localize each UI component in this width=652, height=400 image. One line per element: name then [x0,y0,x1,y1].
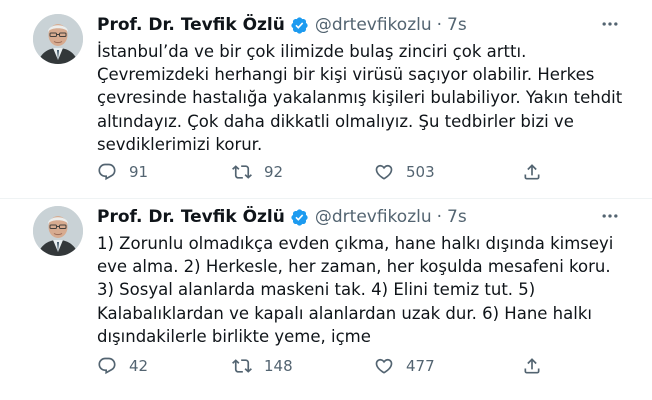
tweet[interactable]: Prof. Dr. Tevfik Özlü @drtevfikozlu · 7s… [0,0,652,198]
tweet-text: İstanbul’da ve bir çok ilimizde bulaş zi… [97,42,623,154]
verified-badge-icon [290,16,309,35]
tweet-timestamp[interactable]: 7s [447,207,467,227]
tweet-header: Prof. Dr. Tevfik Özlü @drtevfikozlu · 7s [97,206,467,228]
more-options-icon[interactable] [598,206,622,226]
like-icon [375,358,393,374]
reply-icon [98,163,116,181]
share-icon [524,164,540,180]
tweet-header: Prof. Dr. Tevfik Özlü @drtevfikozlu · 7s [97,14,467,36]
retweet-button[interactable]: 92 [232,160,283,184]
author-name[interactable]: Prof. Dr. Tevfik Özlü [97,207,285,227]
retweet-icon [232,165,252,179]
reply-button[interactable]: 91 [97,160,148,184]
more-options-icon[interactable] [598,14,622,34]
avatar-portrait [33,14,83,64]
tweet[interactable]: Prof. Dr. Tevfik Özlü @drtevfikozlu · 7s… [0,198,652,400]
like-button[interactable]: 477 [374,354,435,378]
like-button[interactable]: 503 [374,160,435,184]
tweet-timestamp[interactable]: 7s [447,15,467,35]
reply-icon [98,357,116,375]
retweet-icon [232,359,252,373]
author-name[interactable]: Prof. Dr. Tevfik Özlü [97,15,285,35]
reply-button[interactable]: 42 [97,354,148,378]
author-handle[interactable]: @drtevfikozlu [315,15,432,35]
reply-count: 91 [129,163,149,181]
tweet-actions: 91 92 503 [97,160,567,184]
retweet-count: 92 [264,163,284,181]
share-icon [524,358,540,374]
like-icon [375,164,393,180]
like-count: 477 [406,357,435,375]
share-button[interactable] [522,160,542,184]
avatar[interactable] [33,14,83,64]
verified-badge-icon [290,208,309,227]
tweet-actions: 42 148 477 [97,354,567,378]
author-handle[interactable]: @drtevfikozlu [315,207,432,227]
reply-count: 42 [129,357,149,375]
like-count: 503 [406,163,435,181]
share-button[interactable] [522,354,542,378]
retweet-button[interactable]: 148 [232,354,293,378]
retweet-count: 148 [264,357,293,375]
separator-dot: · [436,207,443,227]
tweet-text: 1) Zorunlu olmadıkça evden çıkma, hane h… [97,234,614,346]
avatar[interactable] [33,206,83,256]
separator-dot: · [436,15,443,35]
avatar-portrait [33,206,83,256]
